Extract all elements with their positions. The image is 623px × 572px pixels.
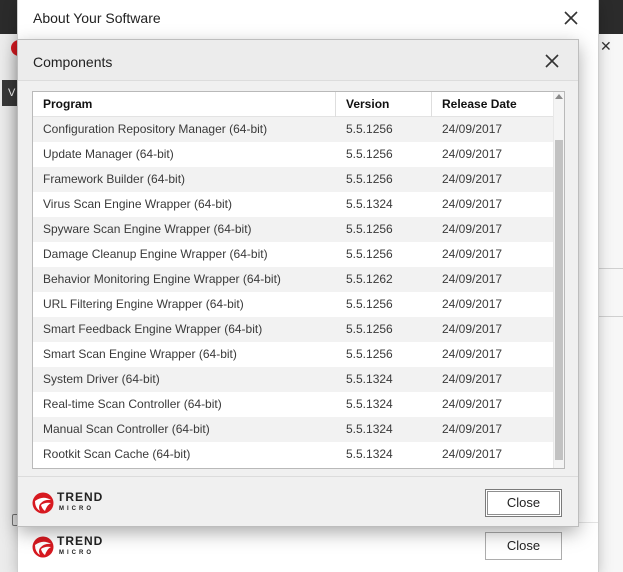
cell-version: 5.5.1262 (346, 272, 393, 286)
cell-release-date: 24/09/2017 (442, 197, 503, 211)
table-row[interactable]: Real-time Scan Controller (64-bit) 5.5.13… (33, 392, 553, 417)
table-row[interactable]: Damage Cleanup Engine Wrapper (64-bit) 5.… (33, 242, 553, 267)
cell-release-date: 24/09/2017 (442, 172, 503, 186)
table-row[interactable]: Framework Builder (64-bit) 5.5.1256 24/09/… (33, 167, 553, 192)
table-header: Program Version Release Date (33, 92, 553, 117)
cell-version: 5.5.1256 (346, 122, 393, 136)
cell-release-date: 24/09/2017 (442, 147, 503, 161)
cell-version: 5.5.1256 (346, 247, 393, 261)
cell-release-date: 24/09/2017 (442, 247, 503, 261)
components-dialog-footer: TREND MICRO Close (18, 476, 578, 526)
cell-program: Damage Cleanup Engine Wrapper (64-bit) (43, 247, 268, 261)
cell-release-date: 24/09/2017 (442, 422, 503, 436)
table-row[interactable]: Update Manager (64-bit) 5.5.1256 24/09/201… (33, 142, 553, 167)
table-row[interactable]: URL Filtering Engine Wrapper (64-bit) 5.5… (33, 292, 553, 317)
cell-release-date: 24/09/2017 (442, 397, 503, 411)
about-dialog-title-bar: About Your Software (18, 0, 598, 36)
cell-program: Virus Scan Engine Wrapper (64-bit) (43, 197, 232, 211)
cell-program: Spyware Scan Engine Wrapper (64-bit) (43, 222, 252, 236)
column-header-version[interactable]: Version (346, 92, 389, 117)
about-dialog-footer: TREND MICRO Close (18, 522, 598, 572)
trend-micro-logo-icon (32, 492, 54, 514)
table-row[interactable]: Configuration Repository Manager (64-bit… (33, 117, 553, 142)
table-row[interactable]: System Driver (64-bit) 5.5.1324 24/09/2017 (33, 367, 553, 392)
close-icon[interactable] (560, 7, 582, 29)
cell-program: Rootkit Scan Cache (64-bit) (43, 447, 191, 461)
cell-version: 5.5.1256 (346, 297, 393, 311)
table-row[interactable]: Behavior Monitoring Engine Wrapper (64-b… (33, 267, 553, 292)
scrollbar-thumb[interactable] (555, 140, 563, 460)
cell-release-date: 24/09/2017 (442, 222, 503, 236)
cell-program: Update Manager (64-bit) (43, 147, 174, 161)
table-row[interactable]: Spyware Scan Engine Wrapper (64-bit) 5.5.… (33, 217, 553, 242)
components-close-button[interactable]: Close (485, 489, 562, 517)
background-divider (598, 268, 623, 269)
components-table: Program Version Release Date Configurati… (32, 91, 565, 469)
table-body: Configuration Repository Manager (64-bit… (33, 117, 553, 467)
cell-version: 5.5.1256 (346, 147, 393, 161)
column-header-program[interactable]: Program (43, 92, 92, 117)
scroll-up-arrow-icon[interactable] (555, 94, 563, 99)
cell-release-date: 24/09/2017 (442, 322, 503, 336)
cell-program: Behavior Monitoring Engine Wrapper (64-b… (43, 272, 281, 286)
cell-release-date: 24/09/2017 (442, 122, 503, 136)
cell-program: Manual Scan Controller (64-bit) (43, 422, 210, 436)
cell-version: 5.5.1256 (346, 347, 393, 361)
logo-subtext: MICRO (59, 550, 94, 556)
components-dialog-title: Components (33, 54, 113, 70)
about-dialog-title: About Your Software (33, 10, 161, 26)
cell-program: Smart Scan Engine Wrapper (64-bit) (43, 347, 237, 361)
table-row[interactable]: Rootkit Scan Cache (64-bit) 5.5.1324 24/09… (33, 442, 553, 467)
close-icon[interactable] (541, 50, 563, 72)
trend-micro-logo: TREND MICRO (32, 531, 122, 563)
cell-release-date: 24/09/2017 (442, 347, 503, 361)
cell-release-date: 24/09/2017 (442, 272, 503, 286)
cell-release-date: 24/09/2017 (442, 297, 503, 311)
logo-wordmark: TREND (57, 534, 104, 548)
cell-release-date: 24/09/2017 (442, 372, 503, 386)
table-row[interactable]: Smart Feedback Engine Wrapper (64-bit) 5.… (33, 317, 553, 342)
cell-program: Smart Feedback Engine Wrapper (64-bit) (43, 322, 263, 336)
table-row[interactable]: Virus Scan Engine Wrapper (64-bit) 5.5.13… (33, 192, 553, 217)
cell-version: 5.5.1324 (346, 447, 393, 461)
logo-subtext: MICRO (59, 506, 94, 512)
column-divider[interactable] (431, 92, 432, 117)
table-row[interactable]: Smart Scan Engine Wrapper (64-bit) 5.5.12… (33, 342, 553, 367)
cell-release-date: 24/09/2017 (442, 447, 503, 461)
vertical-scrollbar[interactable] (553, 92, 564, 468)
trend-micro-logo-icon (32, 536, 54, 558)
background-divider (598, 316, 623, 317)
cell-program: Framework Builder (64-bit) (43, 172, 186, 186)
cell-version: 5.5.1324 (346, 422, 393, 436)
column-header-release-date[interactable]: Release Date (442, 92, 517, 117)
logo-wordmark: TREND (57, 490, 104, 504)
cell-program: Real-time Scan Controller (64-bit) (43, 397, 222, 411)
cell-program: Configuration Repository Manager (64-bit… (43, 122, 268, 136)
cell-version: 5.5.1256 (346, 172, 393, 186)
column-divider[interactable] (335, 92, 336, 117)
cell-version: 5.5.1324 (346, 197, 393, 211)
cell-program: URL Filtering Engine Wrapper (64-bit) (43, 297, 244, 311)
trend-micro-logo: TREND MICRO (32, 487, 122, 519)
cell-version: 5.5.1256 (346, 222, 393, 236)
about-close-button[interactable]: Close (485, 532, 562, 560)
cell-version: 5.5.1324 (346, 372, 393, 386)
table-row[interactable]: Manual Scan Controller (64-bit) 5.5.1324 2… (33, 417, 553, 442)
cell-program: System Driver (64-bit) (43, 372, 160, 386)
components-dialog: Components Program Version Release Date … (18, 40, 578, 526)
background-close-icon[interactable]: ✕ (600, 38, 612, 55)
cell-version: 5.5.1324 (346, 397, 393, 411)
cell-version: 5.5.1256 (346, 322, 393, 336)
components-dialog-title-bar: Components (18, 40, 578, 81)
